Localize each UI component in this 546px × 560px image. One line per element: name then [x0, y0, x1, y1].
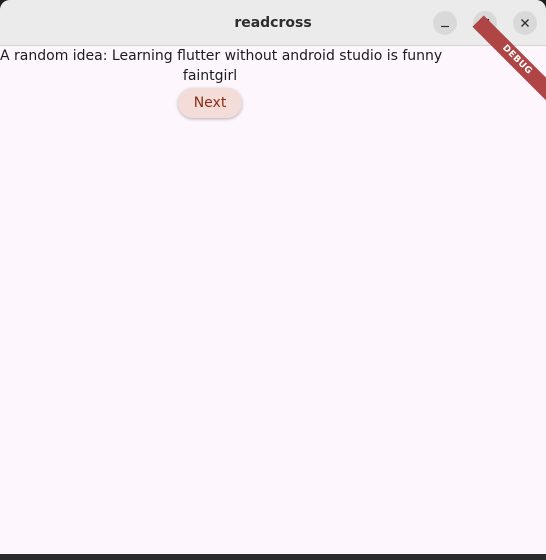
word-pair-text: faintgirl: [182, 68, 238, 84]
next-button[interactable]: Next: [178, 88, 242, 118]
window-title: readcross: [234, 15, 312, 31]
title-bar[interactable]: readcross: [0, 0, 546, 46]
close-icon: [521, 19, 529, 27]
minimize-button[interactable]: [433, 11, 457, 35]
idea-text: A random idea: Learning flutter without …: [0, 48, 443, 64]
app-window: readcross A random idea: Learning flutte…: [0, 0, 546, 554]
minimize-icon: [441, 25, 449, 28]
main-content: A random idea: Learning flutter without …: [0, 15, 546, 554]
bottom-strip: [0, 554, 546, 560]
close-button[interactable]: [513, 11, 537, 35]
